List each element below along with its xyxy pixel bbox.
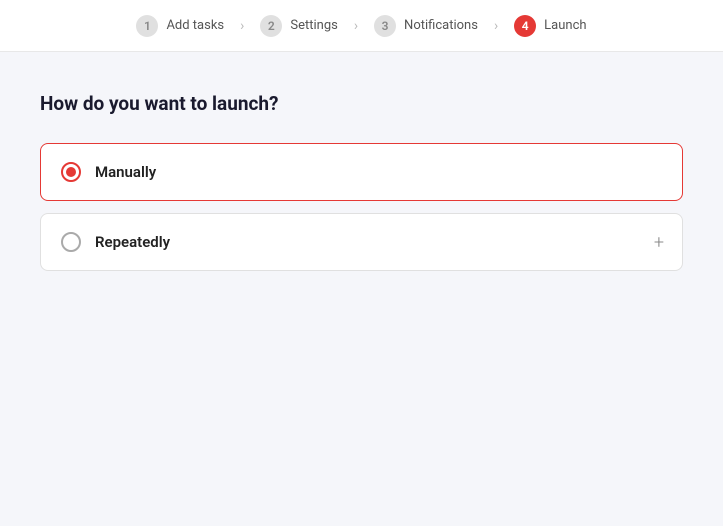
option-repeatedly[interactable]: Repeatedly + <box>40 213 683 271</box>
option-manually[interactable]: Manually <box>40 143 683 201</box>
step-1-label: Add tasks <box>166 18 224 33</box>
step-3-number: 3 <box>374 15 396 37</box>
chevron-3-icon: › <box>494 18 498 34</box>
radio-manually <box>61 162 81 182</box>
step-4-label: Launch <box>544 18 586 33</box>
chevron-2-icon: › <box>354 18 358 34</box>
step-1[interactable]: 1 Add tasks <box>124 15 236 37</box>
page-title: How do you want to launch? <box>40 92 683 115</box>
step-2-number: 2 <box>260 15 282 37</box>
radio-repeatedly <box>61 232 81 252</box>
step-3-label: Notifications <box>404 18 478 33</box>
step-1-number: 1 <box>136 15 158 37</box>
stepper: 1 Add tasks › 2 Settings › 3 Notificatio… <box>0 0 723 52</box>
option-manually-label: Manually <box>95 163 156 181</box>
step-4[interactable]: 4 Launch <box>502 15 598 37</box>
radio-manually-inner <box>66 167 76 177</box>
main-content: How do you want to launch? Manually Repe… <box>0 52 723 313</box>
option-repeatedly-label: Repeatedly <box>95 233 170 251</box>
step-2[interactable]: 2 Settings <box>248 15 349 37</box>
step-2-label: Settings <box>290 18 337 33</box>
step-4-number: 4 <box>514 15 536 37</box>
expand-icon: + <box>654 232 664 253</box>
step-3[interactable]: 3 Notifications <box>362 15 490 37</box>
chevron-1-icon: › <box>240 18 244 34</box>
